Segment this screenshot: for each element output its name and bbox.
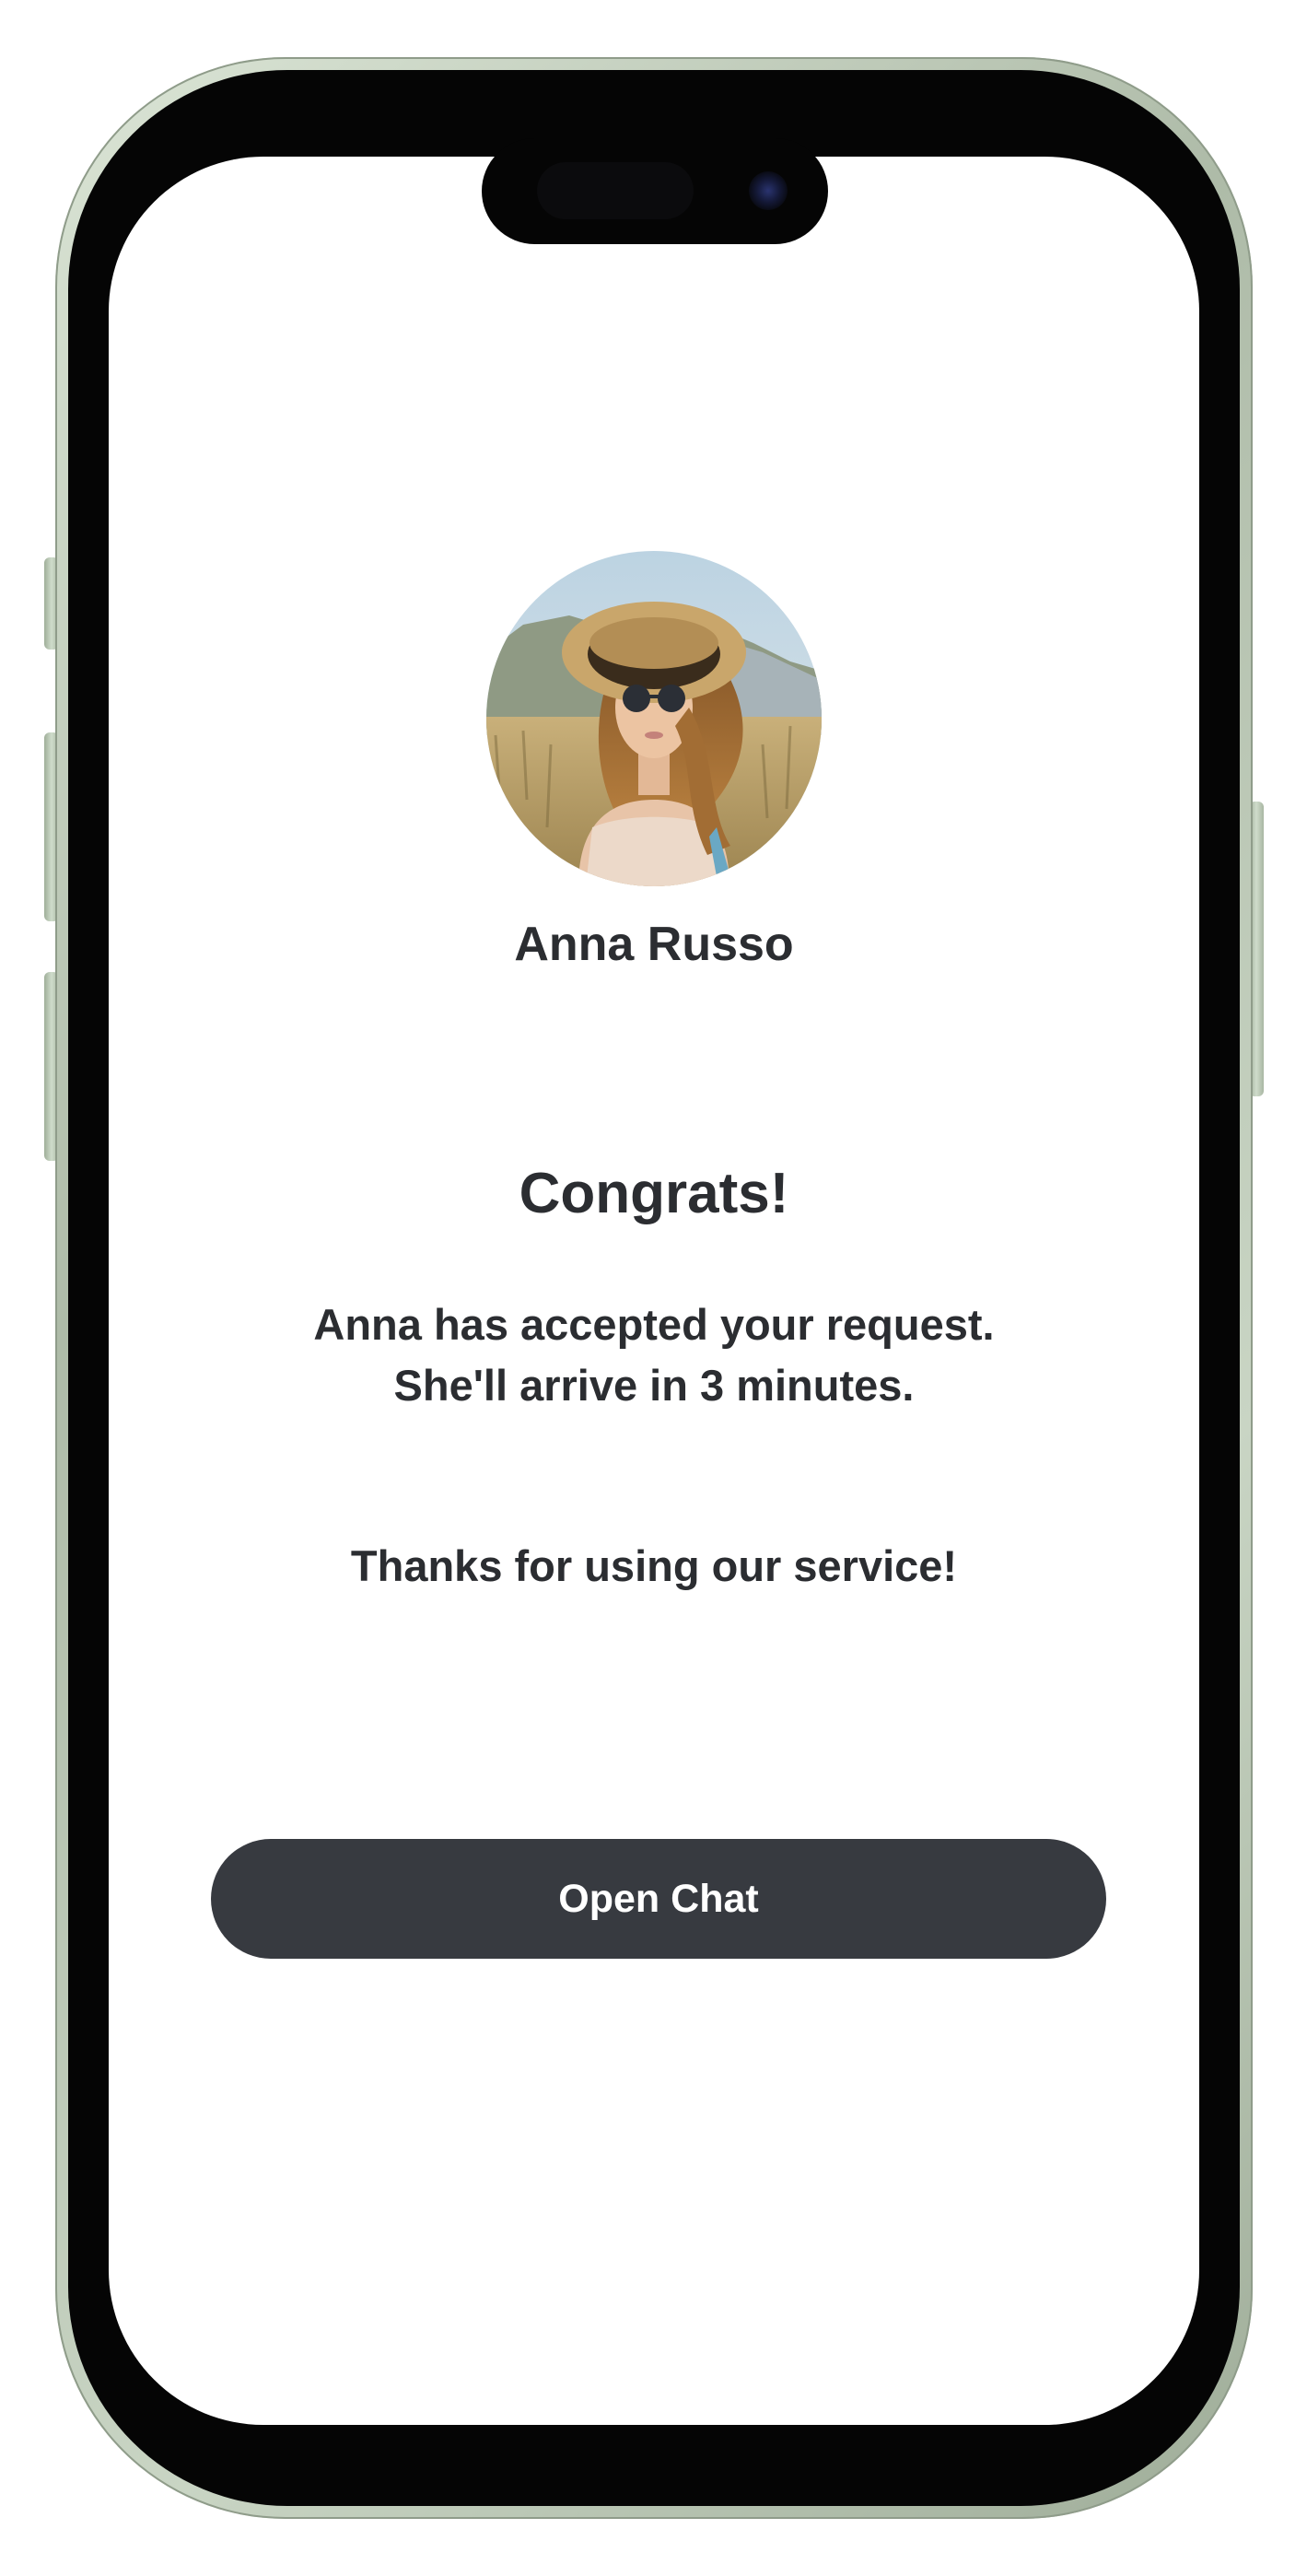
device-mockup: Anna Russo Congrats! Anna has accepted y… [0,0,1307,2576]
message-line: She'll arrive in 3 minutes. [393,1361,915,1410]
camera-icon [749,171,788,210]
app-screen: Anna Russo Congrats! Anna has accepted y… [109,157,1199,2425]
sensor-icon [537,162,694,219]
thanks-message: Thanks for using our service! [350,1541,958,1590]
profile-name: Anna Russo [514,918,794,971]
profile-photo-icon [486,551,822,886]
confirmation-title: Congrats! [519,1162,789,1225]
confirmation-message: Anna has accepted your request. She'll a… [109,1294,1199,1416]
message-line: Anna has accepted your request. [313,1300,995,1349]
profile-avatar [486,551,822,886]
open-chat-button[interactable]: Open Chat [211,1839,1106,1959]
dynamic-island [482,138,828,244]
